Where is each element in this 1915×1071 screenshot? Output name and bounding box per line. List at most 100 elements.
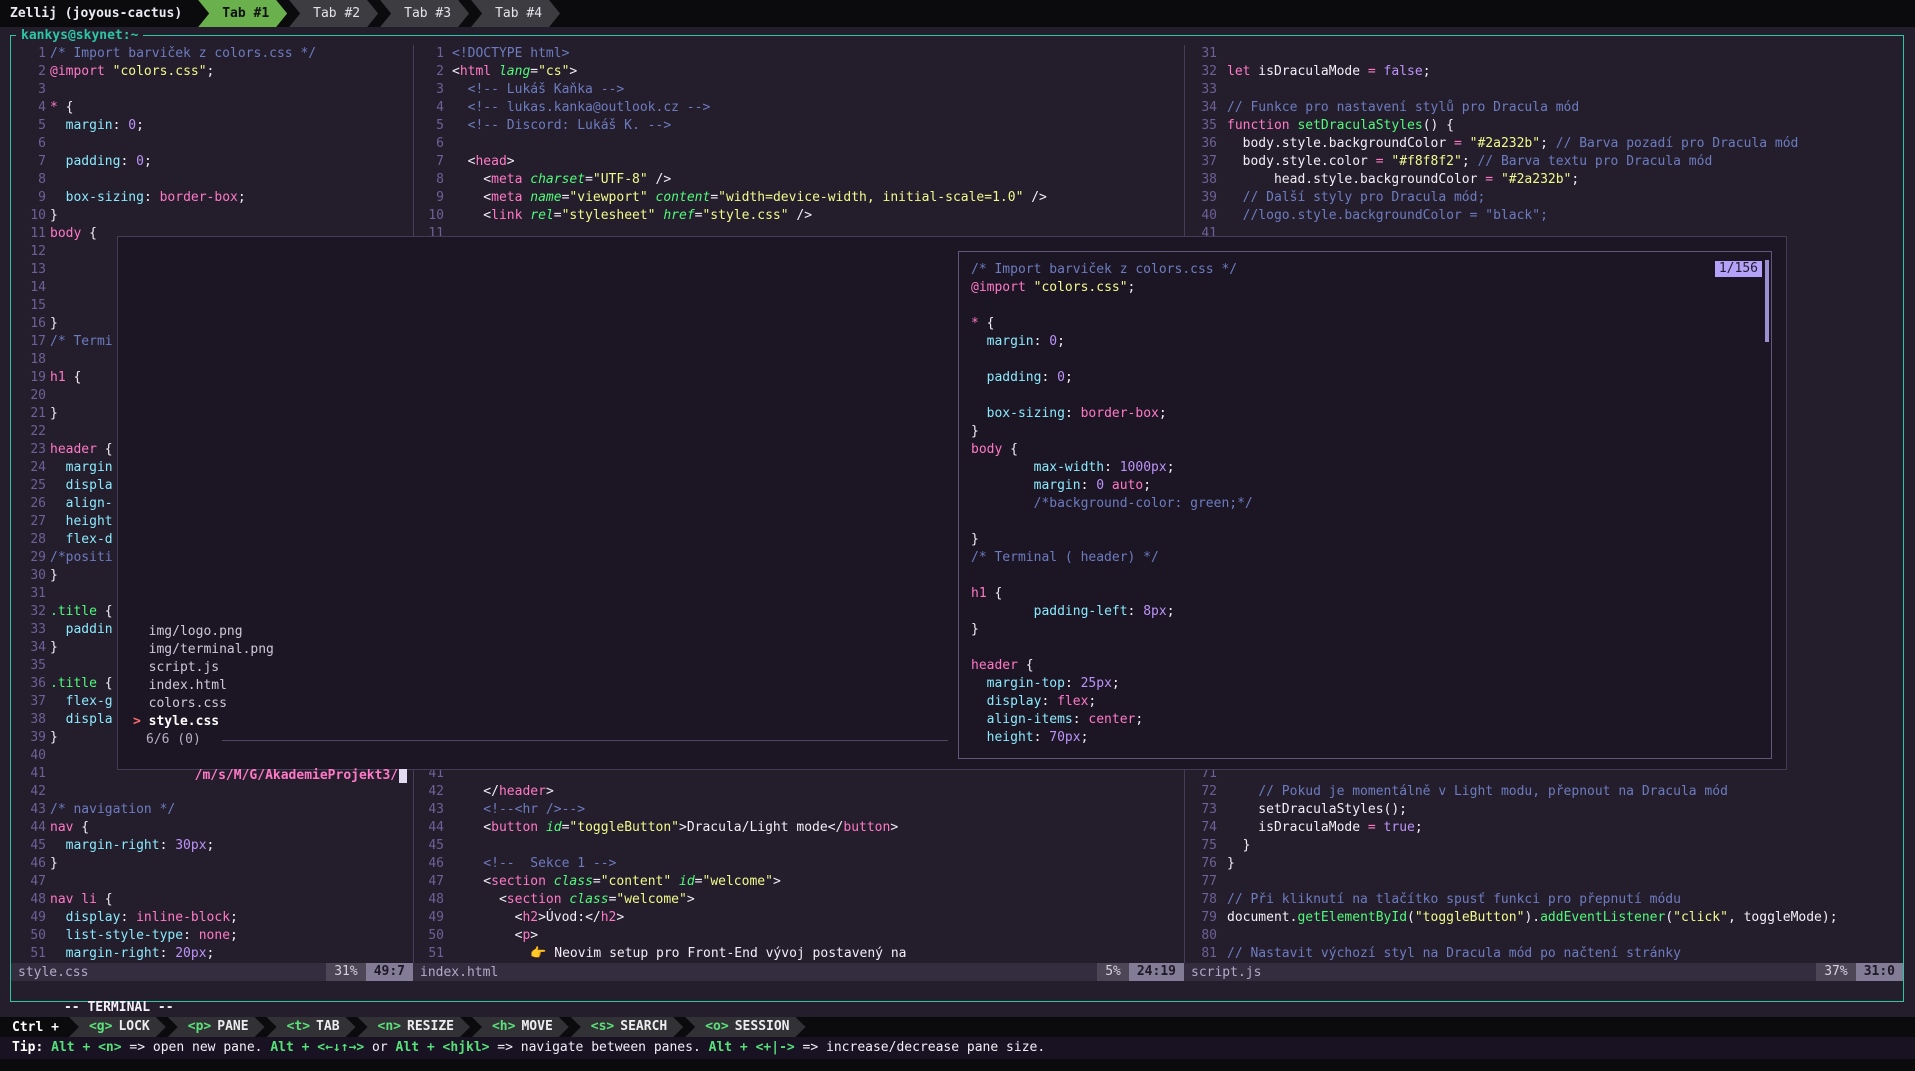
progress-chip: 5% — [1097, 963, 1129, 981]
code-line: 46} — [14, 855, 412, 873]
preview-line: box-sizing: border-box; — [971, 405, 1757, 423]
code-line: 10} — [14, 207, 412, 225]
preview-line: /*background-color: green;*/ — [971, 495, 1757, 513]
code-line: 31 — [1185, 45, 1903, 63]
keybind-move[interactable]: <h>MOVE — [472, 1017, 569, 1037]
code-line: 72 // Pokud je momentálně v Light modu, … — [1185, 783, 1903, 801]
preview-line: align-items: center; — [971, 711, 1757, 729]
preview-line — [971, 513, 1757, 531]
file-item[interactable]: img/terminal.png — [133, 641, 274, 659]
statusline-filename: index.html — [413, 965, 498, 980]
code-line: 73 setDraculaStyles(); — [1185, 801, 1903, 819]
code-line: 6 — [414, 135, 1183, 153]
file-picker-float[interactable]: img/logo.png img/terminal.png script.js … — [117, 236, 1787, 770]
preview-line: margin: 0; — [971, 333, 1757, 351]
statusline-style-css: style.css 31%49:7 — [11, 963, 413, 981]
list-separator — [222, 740, 948, 741]
code-line: 50 list-style-type: none; — [14, 927, 412, 945]
code-line: 42 — [14, 783, 412, 801]
preview-line: header { — [971, 657, 1757, 675]
keybind-session[interactable]: <o>SESSION — [685, 1017, 805, 1037]
preview-pane: /* Import barviček z colors.css */@impor… — [958, 251, 1772, 759]
preview-line: h1 { — [971, 585, 1757, 603]
keybind-bar: Ctrl + <g>LOCK<p>PANE<t>TAB<n>RESIZE<h>M… — [0, 1017, 1915, 1037]
preview-line: margin-top: 25px; — [971, 675, 1757, 693]
progress-chip: 37% — [1816, 963, 1855, 981]
code-line: 2@import "colors.css"; — [14, 63, 412, 81]
code-line: 42 </header> — [414, 783, 1183, 801]
terminal-area[interactable]: kankys@skynet:~ 1/* Import barviček z co… — [0, 27, 1915, 1017]
preview-line: display: flex; — [971, 693, 1757, 711]
code-line: 44nav { — [14, 819, 412, 837]
code-line: 10 <link rel="stylesheet" href="style.cs… — [414, 207, 1183, 225]
code-line: 79document.getElementById("toggleButton"… — [1185, 909, 1903, 927]
tab-1[interactable]: Tab #1 — [198, 0, 287, 27]
preview-line: @import "colors.css"; — [971, 279, 1757, 297]
preview-line: margin: 0 auto; — [971, 477, 1757, 495]
code-line: 1/* Import barviček z colors.css */ — [14, 45, 412, 63]
code-line: 4 <!-- lukas.kanka@outlook.cz --> — [414, 99, 1183, 117]
keybind-segments: <g>LOCK<p>PANE<t>TAB<n>RESIZE<h>MOVE<s>S… — [69, 1017, 808, 1037]
code-line: 43 <!--<hr />--> — [414, 801, 1183, 819]
tab-2[interactable]: Tab #2 — [289, 0, 378, 27]
pane-title: kankys@skynet:~ — [16, 27, 143, 45]
tab-3[interactable]: Tab #3 — [380, 0, 469, 27]
code-line: 8 — [14, 171, 412, 189]
code-line: 36 body.style.backgroundColor = "#2a232b… — [1185, 135, 1903, 153]
tab-4[interactable]: Tab #4 — [471, 0, 560, 27]
keybind-tab[interactable]: <t>TAB — [267, 1017, 356, 1037]
keybind-prefix: Ctrl + — [12, 1020, 59, 1035]
command-line: -- TERMINAL -- 1,0-1 Vše — [11, 981, 1904, 999]
code-line: 35function setDraculaStyles() { — [1185, 117, 1903, 135]
code-line: 38 head.style.backgroundColor = "#2a232b… — [1185, 171, 1903, 189]
file-item[interactable]: > style.css — [133, 713, 274, 731]
code-line: 4* { — [14, 99, 412, 117]
statusline-script-js: script.js 37%31:0 — [1184, 963, 1903, 981]
preview-line: } — [971, 423, 1757, 441]
code-line: 51 margin-right: 20px; — [14, 945, 412, 963]
search-prompt[interactable]: /m/s/M/G/AkademieProjekt3/ — [132, 749, 407, 767]
file-item[interactable]: index.html — [133, 677, 274, 695]
code-line: 1<!DOCTYPE html> — [414, 45, 1183, 63]
tab-bar: Zellij (joyous-cactus) Tab #1Tab #2Tab #… — [0, 0, 1915, 27]
preview-line: height: 70px; — [971, 729, 1757, 747]
code-line: 47 — [14, 873, 412, 891]
code-line: 6 — [14, 135, 412, 153]
preview-line — [971, 387, 1757, 405]
code-line: 3 — [14, 81, 412, 99]
code-line: 43/* navigation */ — [14, 801, 412, 819]
progress-chip: 31% — [326, 963, 365, 981]
tip-bar: Tip: Alt + <n> => open new pane. Alt + <… — [0, 1037, 1915, 1059]
keybind-lock[interactable]: <g>LOCK — [69, 1017, 166, 1037]
preview-line: max-width: 1000px; — [971, 459, 1757, 477]
file-item[interactable]: colors.css — [133, 695, 274, 713]
code-line: 37 body.style.color = "#f8f8f2"; // Barv… — [1185, 153, 1903, 171]
keybind-resize[interactable]: <n>RESIZE — [358, 1017, 470, 1037]
statusline-index-html: index.html 5%24:19 — [413, 963, 1184, 981]
preview-scrollbar[interactable] — [1765, 260, 1769, 342]
code-line: 32let isDraculaMode = false; — [1185, 63, 1903, 81]
preview-line — [971, 639, 1757, 657]
code-line: 74 isDraculaMode = true; — [1185, 819, 1903, 837]
preview-line: body { — [971, 441, 1757, 459]
code-line: 7 <head> — [414, 153, 1183, 171]
preview-line: } — [971, 531, 1757, 549]
text-cursor — [399, 769, 407, 783]
file-item[interactable]: script.js — [133, 659, 274, 677]
code-line: 9 <meta name="viewport" content="width=d… — [414, 189, 1183, 207]
code-line: 48nav li { — [14, 891, 412, 909]
match-position-badge: 1/156 — [1715, 261, 1762, 277]
statusline-filename: script.js — [1184, 965, 1261, 980]
match-counter: 6/6 (0) — [146, 731, 201, 749]
code-line: 9 box-sizing: border-box; — [14, 189, 412, 207]
tabs: Tab #1Tab #2Tab #3Tab #4 — [198, 0, 562, 27]
code-line: 2<html lang="cs"> — [414, 63, 1183, 81]
code-line: 76} — [1185, 855, 1903, 873]
code-line: 45 margin-right: 30px; — [14, 837, 412, 855]
preview-line — [971, 351, 1757, 369]
mode-indicator: -- TERMINAL -- — [58, 1000, 174, 1015]
file-item[interactable]: img/logo.png — [133, 623, 274, 641]
keybind-search[interactable]: <s>SEARCH — [571, 1017, 683, 1037]
keybind-pane[interactable]: <p>PANE — [168, 1017, 265, 1037]
code-line: 8 <meta charset="UTF-8" /> — [414, 171, 1183, 189]
